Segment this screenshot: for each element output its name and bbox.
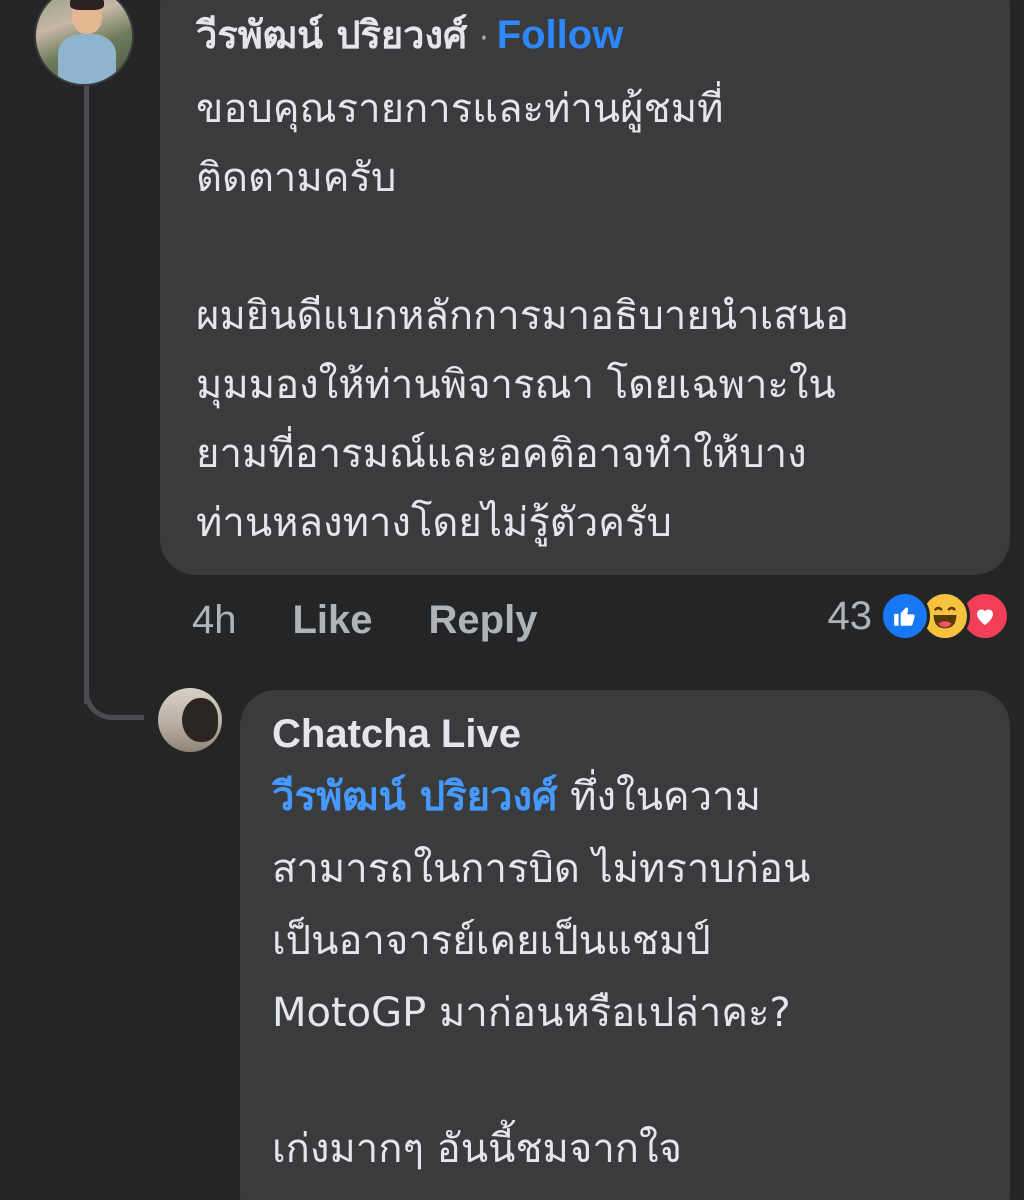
avatar-silhouette [182, 698, 218, 742]
reply-paragraph: วีรพัฒน์ ปริยวงศ์ ทึ่งในความ สามารถในการ… [272, 761, 978, 1049]
comment-header: วีรพัฒน์ ปริยวงศ์ · Follow [196, 4, 974, 65]
author-name[interactable]: วีรพัฒน์ ปริยวงศ์ [196, 4, 467, 65]
thread-line [84, 84, 89, 704]
avatar[interactable] [34, 0, 134, 86]
comment-bubble: วีรพัฒน์ ปริยวงศ์ · Follow ขอบคุณรายการแ… [160, 0, 1010, 575]
reply-line: เก่งมากๆ อันนี้ชมจากใจ [272, 1126, 682, 1172]
reply-line-text: ทึ่งในความ [557, 774, 761, 820]
reply-line: เป็นอาจารย์เคยเป็นแชมป์ [272, 918, 711, 964]
avatar-hair [70, 0, 104, 10]
comment-line: ผมยินดีแบกหลักการมาอธิบายนำเสนอ [196, 293, 850, 339]
reply-avatar[interactable] [158, 688, 222, 752]
reply-line: สามารถในการบิด ไม่ทราบก่อน [272, 846, 811, 892]
reactions-summary[interactable]: 43 [827, 588, 1010, 644]
comment-paragraph: ขอบคุณรายการและท่านผู้ชมที่ ติดตามครับ [196, 75, 974, 213]
thread-branch [84, 670, 144, 720]
follow-button[interactable]: Follow [497, 13, 624, 58]
comment-line: ขอบคุณรายการและท่านผู้ชมที่ [196, 86, 724, 132]
comment-thread: วีรพัฒน์ ปริยวงศ์ · Follow ขอบคุณรายการแ… [0, 0, 1024, 1200]
timestamp[interactable]: 4h [192, 598, 237, 643]
reply-button[interactable]: Reply [429, 598, 538, 643]
like-button[interactable]: Like [293, 598, 373, 643]
comment-text: ขอบคุณรายการและท่านผู้ชมที่ ติดตามครับ ผ… [196, 75, 974, 558]
separator-dot: · [479, 21, 489, 56]
reply-line: MotoGP มาก่อนหรือเปล่าคะ? [272, 990, 791, 1036]
reply-bubble: Chatcha Live วีรพัฒน์ ปริยวงศ์ ทึ่งในควา… [240, 690, 1010, 1200]
avatar-shirt [58, 34, 116, 84]
comment-line: ยามที่อารมณ์และอคติอาจทำให้บาง [196, 431, 807, 477]
reply-author-name[interactable]: Chatcha Live [272, 712, 978, 757]
comment-paragraph: ผมยินดีแบกหลักการมาอธิบายนำเสนอ มุมมองให… [196, 282, 974, 558]
reply-paragraph: เก่งมากๆ อันนี้ชมจากใจ [272, 1113, 978, 1185]
comment-line: มุมมองให้ท่านพิจารณา โดยเฉพาะใน [196, 362, 836, 408]
comment-line: ติดตามครับ [196, 155, 397, 201]
mention-link[interactable]: วีรพัฒน์ ปริยวงศ์ [272, 774, 557, 820]
like-icon [880, 591, 930, 641]
reply-text: วีรพัฒน์ ปริยวงศ์ ทึ่งในความ สามารถในการ… [272, 761, 978, 1185]
reply-line: วีรพัฒน์ ปริยวงศ์ ทึ่งในความ [272, 761, 978, 833]
reaction-count: 43 [827, 593, 873, 638]
comment-line: ท่านหลงทางโดยไม่รู้ตัวครับ [196, 500, 672, 546]
comment-actions: 4h Like Reply [192, 590, 537, 650]
